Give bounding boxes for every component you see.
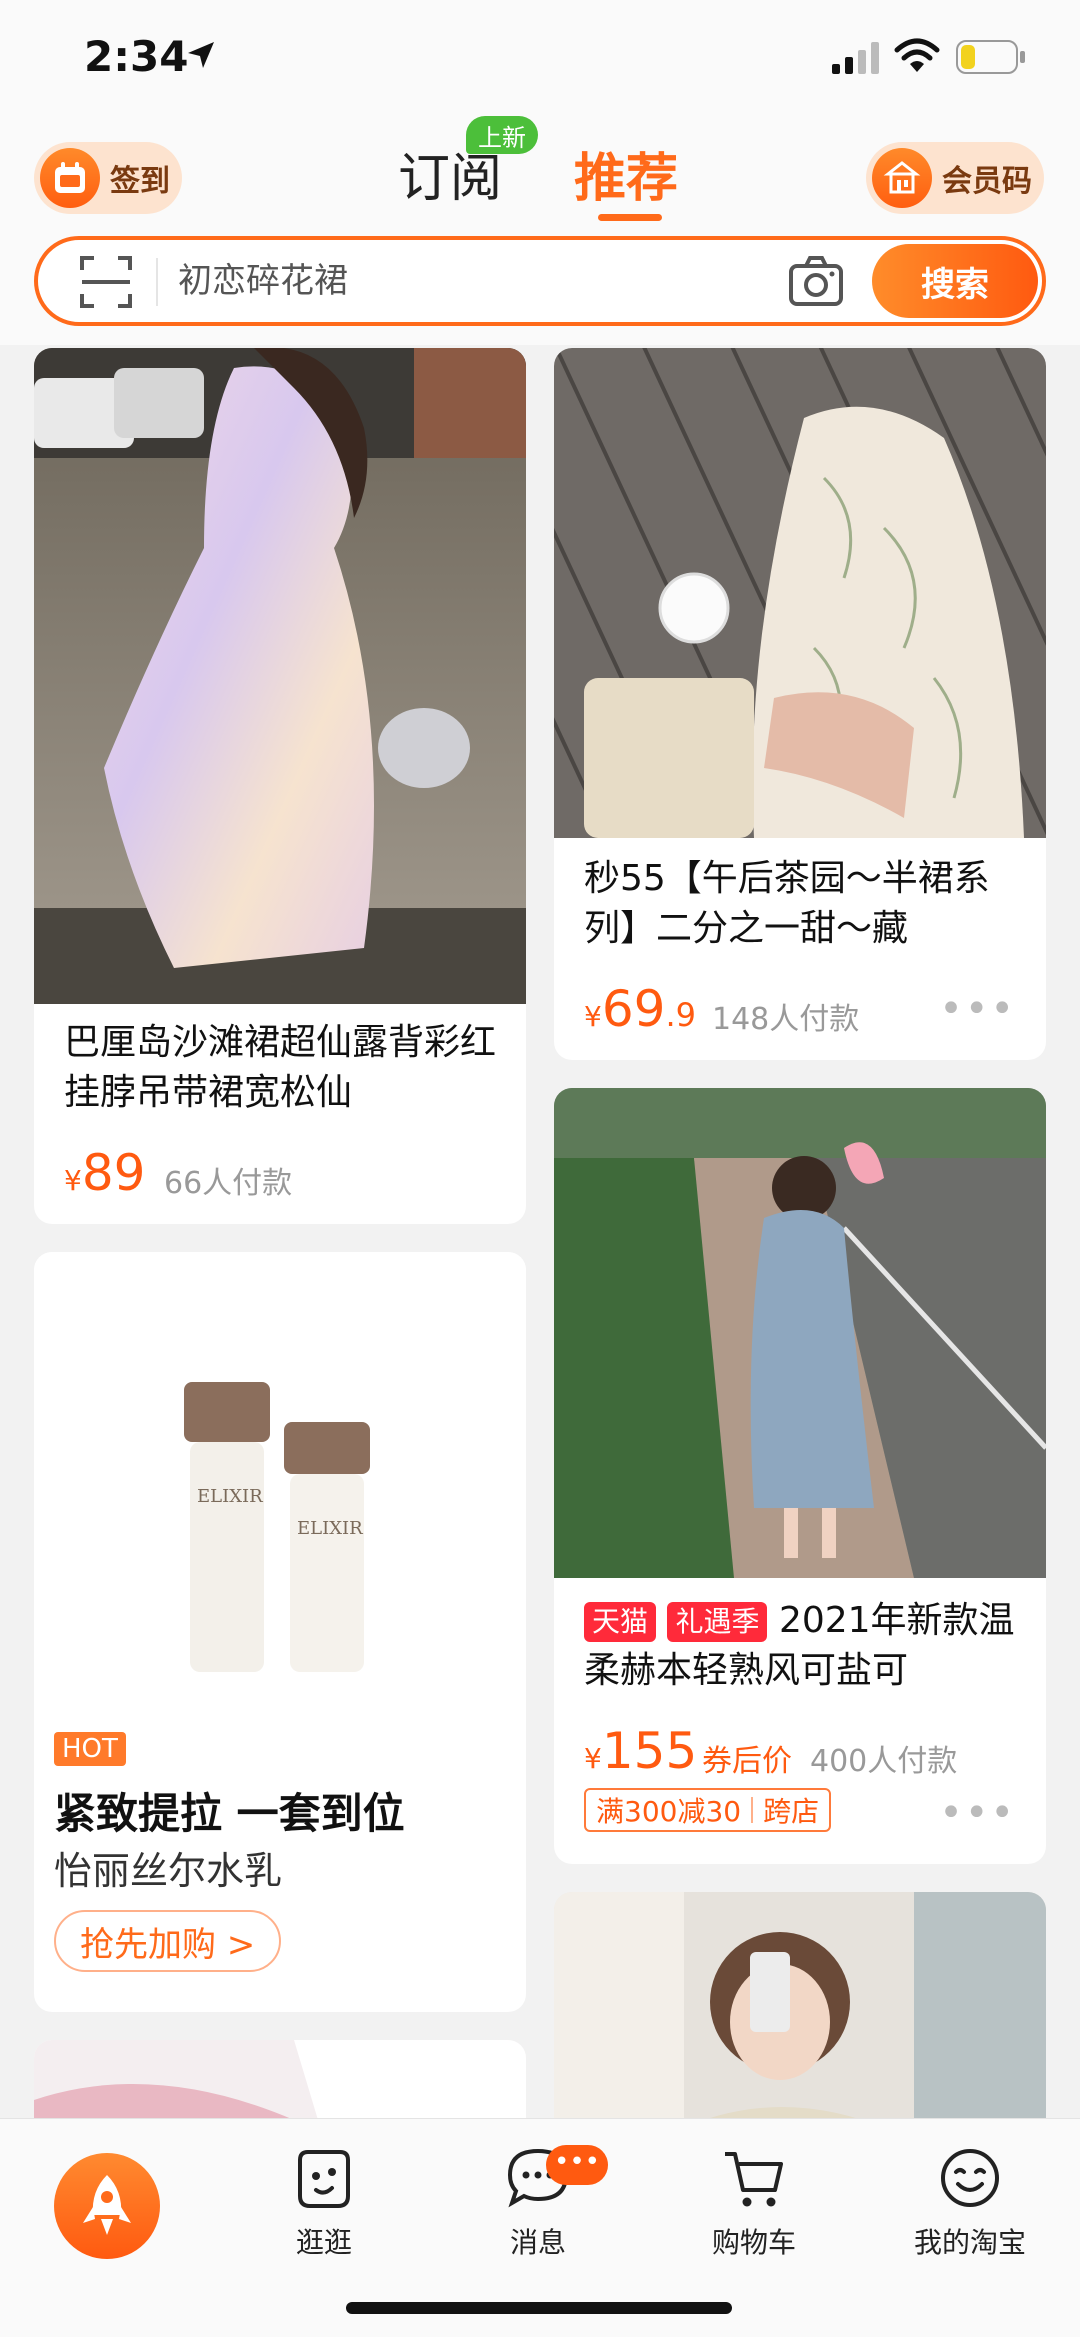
product-image <box>34 348 526 1004</box>
nav-item-messages[interactable]: ••• 消息 <box>458 2143 618 2261</box>
home-button[interactable] <box>54 2153 160 2259</box>
nav-item-cart[interactable]: 购物车 <box>674 2143 834 2261</box>
product-price: ¥155 <box>584 1722 698 1780</box>
promo-tag: 满300减30 跨店 <box>584 1788 832 1832</box>
buyer-count: 66人付款 <box>164 1166 293 1201</box>
ad-product-text: ELIXIR <box>197 1486 263 1507</box>
product-title: 秒55【午后茶园～半裙系列】二分之一甜～藏 <box>584 858 990 949</box>
search-bar: 搜索 <box>34 236 1046 326</box>
more-options-button[interactable]: ••• <box>939 986 1016 1032</box>
promo-divider <box>751 1797 754 1823</box>
camera-icon[interactable] <box>788 254 844 308</box>
rocket-icon <box>83 2175 131 2235</box>
promo-cross-store: 跨店 <box>763 1795 820 1828</box>
ad-headline: 紧致提拉 一套到位 <box>54 1789 405 1838</box>
location-arrow-icon <box>188 42 214 68</box>
message-badge: ••• <box>546 2145 608 2185</box>
status-bar: 2:34 <box>0 0 1080 120</box>
checkin-button[interactable]: 签到 <box>34 142 182 214</box>
product-title: 天猫 礼遇季 2021年新款温柔赫本轻熟风可盐可 <box>584 1596 1022 1696</box>
cart-icon <box>725 2152 783 2207</box>
checkin-label: 签到 <box>110 164 170 199</box>
member-code-label: 会员码 <box>942 164 1032 199</box>
search-button[interactable]: 搜索 <box>872 244 1038 318</box>
promo-season-tag: 礼遇季 <box>667 1602 768 1642</box>
nav-label: 购物车 <box>711 2226 796 2259</box>
ad-product-text: ELIXIR <box>297 1518 363 1539</box>
product-price: ¥69.9 <box>584 980 696 1038</box>
nav-label: 我的淘宝 <box>913 2226 1026 2259</box>
search-divider <box>156 258 158 306</box>
product-card[interactable]: 秒55【午后茶园～半裙系列】二分之一甜～藏 ¥69.9 148人付款 ••• <box>554 348 1046 1060</box>
product-title: 巴厘岛沙滩裙超仙露背彩红挂脖吊带裙宽松仙 <box>64 1022 497 1113</box>
stroll-icon <box>298 2150 350 2208</box>
tab-recommend[interactable]: 推荐 <box>574 136 678 211</box>
signal-icon <box>832 42 879 74</box>
nav-item-profile[interactable]: 我的淘宝 <box>890 2143 1050 2261</box>
hot-badge: HOT <box>54 1732 126 1766</box>
ad-card[interactable]: ELIXIR ELIXIR HOT 紧致提拉 一套到位 怡丽丝尔水乳 抢先加购 … <box>34 1252 526 2012</box>
nav-label: 逛逛 <box>295 2226 352 2259</box>
product-image <box>554 1088 1046 1578</box>
product-card[interactable]: 巴厘岛沙滩裙超仙露背彩红挂脖吊带裙宽松仙 ¥89 66人付款 <box>34 348 526 1224</box>
checkin-icon <box>40 148 100 208</box>
coupon-price-label: 券后价 <box>702 1744 792 1779</box>
product-image <box>554 348 1046 838</box>
status-time: 2:34 <box>84 32 189 81</box>
home-indicator <box>346 2302 732 2314</box>
ad-subtitle: 怡丽丝尔水乳 <box>54 1849 283 1893</box>
product-price: ¥89 <box>64 1144 146 1202</box>
buyer-count: 148人付款 <box>712 1002 860 1037</box>
product-card[interactable]: 天猫 礼遇季 2021年新款温柔赫本轻熟风可盐可 ¥155 券后价 400人付款… <box>554 1088 1046 1864</box>
store-icon <box>872 148 932 208</box>
buyer-count: 400人付款 <box>810 1744 958 1779</box>
tmall-tag: 天猫 <box>584 1602 657 1642</box>
ad-image: ELIXIR ELIXIR <box>34 1252 526 1732</box>
active-tab-indicator <box>598 214 662 221</box>
scan-icon[interactable] <box>78 254 134 310</box>
member-code-button[interactable]: 会员码 <box>866 142 1044 214</box>
nav-item-stroll[interactable]: 逛逛 <box>244 2143 404 2261</box>
battery-icon <box>956 40 1025 74</box>
new-badge: 上新 <box>466 116 538 154</box>
promo-discount: 满300减30 <box>596 1795 742 1828</box>
ad-cta-button[interactable]: 抢先加购 > <box>54 1910 282 1972</box>
wifi-icon <box>894 38 940 72</box>
nav-label: 消息 <box>509 2226 566 2259</box>
search-input[interactable] <box>178 250 778 312</box>
profile-icon <box>941 2149 999 2207</box>
more-options-button[interactable]: ••• <box>939 1790 1016 1836</box>
